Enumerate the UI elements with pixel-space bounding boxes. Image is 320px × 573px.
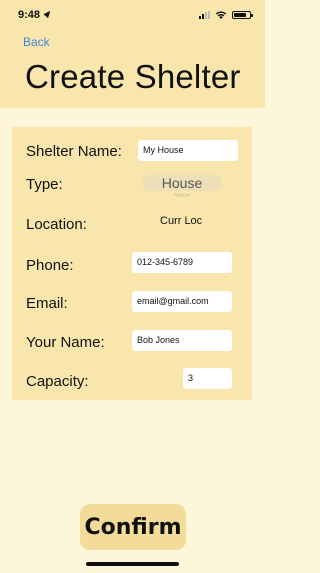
status-time: 9:48: [18, 9, 41, 21]
type-picker-next-option[interactable]: Store: [162, 193, 202, 197]
location-arrow-icon: [43, 8, 53, 19]
your-name-label: Your Name:: [26, 334, 105, 351]
status-icons: [199, 11, 253, 19]
shelter-form: Shelter Name: My House Type: House Store…: [12, 127, 252, 400]
location-label: Location:: [26, 216, 87, 233]
signal-icon: [199, 11, 210, 19]
home-indicator[interactable]: [86, 562, 179, 566]
wifi-icon: [215, 11, 227, 19]
type-label: Type:: [26, 176, 63, 193]
phone-label: Phone:: [26, 257, 74, 274]
battery-icon: [232, 11, 253, 19]
location-value[interactable]: Curr Loc: [160, 215, 202, 227]
header: 9:48 Back Create Shelter: [0, 0, 265, 108]
shelter-name-label: Shelter Name:: [26, 143, 122, 160]
back-button[interactable]: Back: [23, 35, 50, 49]
capacity-input[interactable]: 3: [183, 368, 232, 389]
phone-input[interactable]: 012-345-6789: [132, 252, 232, 273]
your-name-input[interactable]: Bob Jones: [132, 330, 232, 351]
battery-fill: [234, 13, 246, 17]
shelter-name-input[interactable]: My House: [138, 140, 238, 161]
capacity-label: Capacity:: [26, 373, 89, 390]
type-picker[interactable]: House: [143, 175, 221, 191]
page-title: Create Shelter: [25, 58, 241, 95]
email-label: Email:: [26, 295, 68, 312]
confirm-button[interactable]: Confirm: [80, 504, 186, 550]
email-input[interactable]: email@gmail.com: [132, 291, 232, 312]
